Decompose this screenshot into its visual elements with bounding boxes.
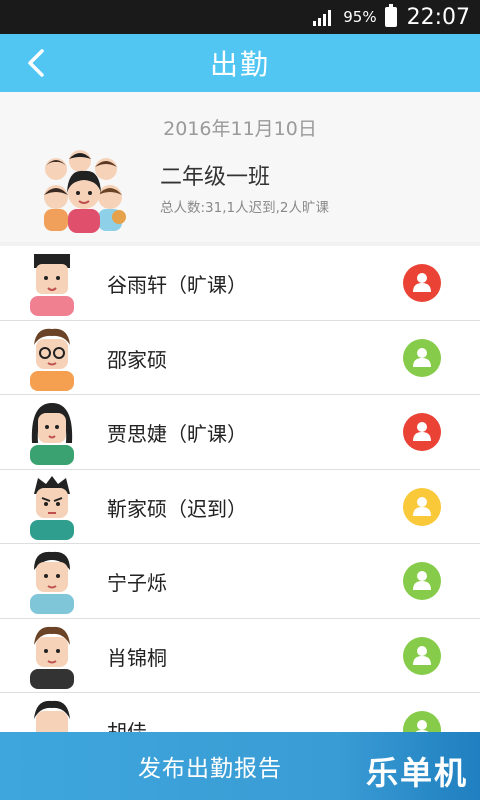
app-header: 出勤: [0, 34, 480, 92]
attendance-status-badge[interactable]: [403, 562, 441, 600]
class-summary: 2016年11月10日 二年级一班 总人数:31,1人迟到,2人旷课: [0, 92, 480, 242]
battery-icon: [384, 4, 397, 27]
student-name: 邵家硕: [107, 347, 167, 372]
publish-report-label: 发布出勤报告: [138, 756, 282, 782]
person-icon: [413, 496, 431, 516]
student-row[interactable]: 贾思婕（旷课）: [0, 395, 480, 470]
person-icon: [413, 273, 431, 292]
person-icon: [413, 571, 431, 590]
student-row[interactable]: 谷雨轩（旷课）: [0, 246, 480, 321]
attendance-stats: 总人数:31,1人迟到,2人旷课: [160, 200, 329, 216]
student-name: 胡佳: [107, 720, 147, 732]
person-icon: [415, 720, 429, 732]
attendance-status-badge[interactable]: [403, 413, 441, 451]
student-list[interactable]: 谷雨轩（旷课） 邵家硕 贾思婕（旷课） 靳家硕（迟到） 宁子烁 肖锦桐 胡佳: [0, 246, 480, 732]
battery-percent: 95%: [343, 8, 377, 26]
page-title: 出勤: [209, 48, 270, 81]
person-icon: [413, 347, 431, 367]
student-avatar-icon: [34, 700, 70, 732]
student-name: 靳家硕（迟到）: [107, 496, 247, 521]
student-avatar-icon: [30, 475, 74, 540]
class-group-avatar-icon: [44, 150, 126, 233]
student-avatar-icon: [30, 551, 74, 614]
student-row[interactable]: 靳家硕（迟到）: [0, 469, 480, 544]
student-row[interactable]: 邵家硕: [0, 320, 480, 395]
class-name: 二年级一班: [160, 165, 271, 190]
status-bar: 95% 22:07: [0, 0, 480, 34]
watermark-logo: 乐单机: [365, 754, 468, 792]
student-avatar-icon: [30, 254, 74, 316]
attendance-date: 2016年11月10日: [163, 118, 317, 140]
student-name: 宁子烁: [107, 571, 167, 595]
attendance-status-badge[interactable]: [403, 711, 441, 732]
student-avatar-icon: [30, 626, 74, 689]
student-name: 肖锦桐: [107, 645, 167, 670]
signal-icon: [313, 10, 332, 26]
student-name: 谷雨轩（旷课）: [107, 273, 247, 297]
student-name: 贾思婕（旷课）: [107, 422, 247, 446]
person-icon: [413, 645, 431, 665]
attendance-status-badge[interactable]: [403, 636, 441, 675]
student-row[interactable]: 胡佳: [0, 693, 480, 732]
clock: 22:07: [406, 4, 470, 30]
attendance-status-badge[interactable]: [403, 264, 441, 302]
attendance-status-badge[interactable]: [403, 338, 441, 377]
person-icon: [413, 422, 431, 441]
student-avatar-icon: [30, 403, 74, 465]
back-arrow-icon[interactable]: [22, 48, 52, 78]
student-row[interactable]: 肖锦桐: [0, 618, 480, 693]
student-avatar-icon: [30, 328, 74, 391]
student-row[interactable]: 宁子烁: [0, 544, 480, 619]
attendance-status-badge[interactable]: [403, 487, 441, 526]
